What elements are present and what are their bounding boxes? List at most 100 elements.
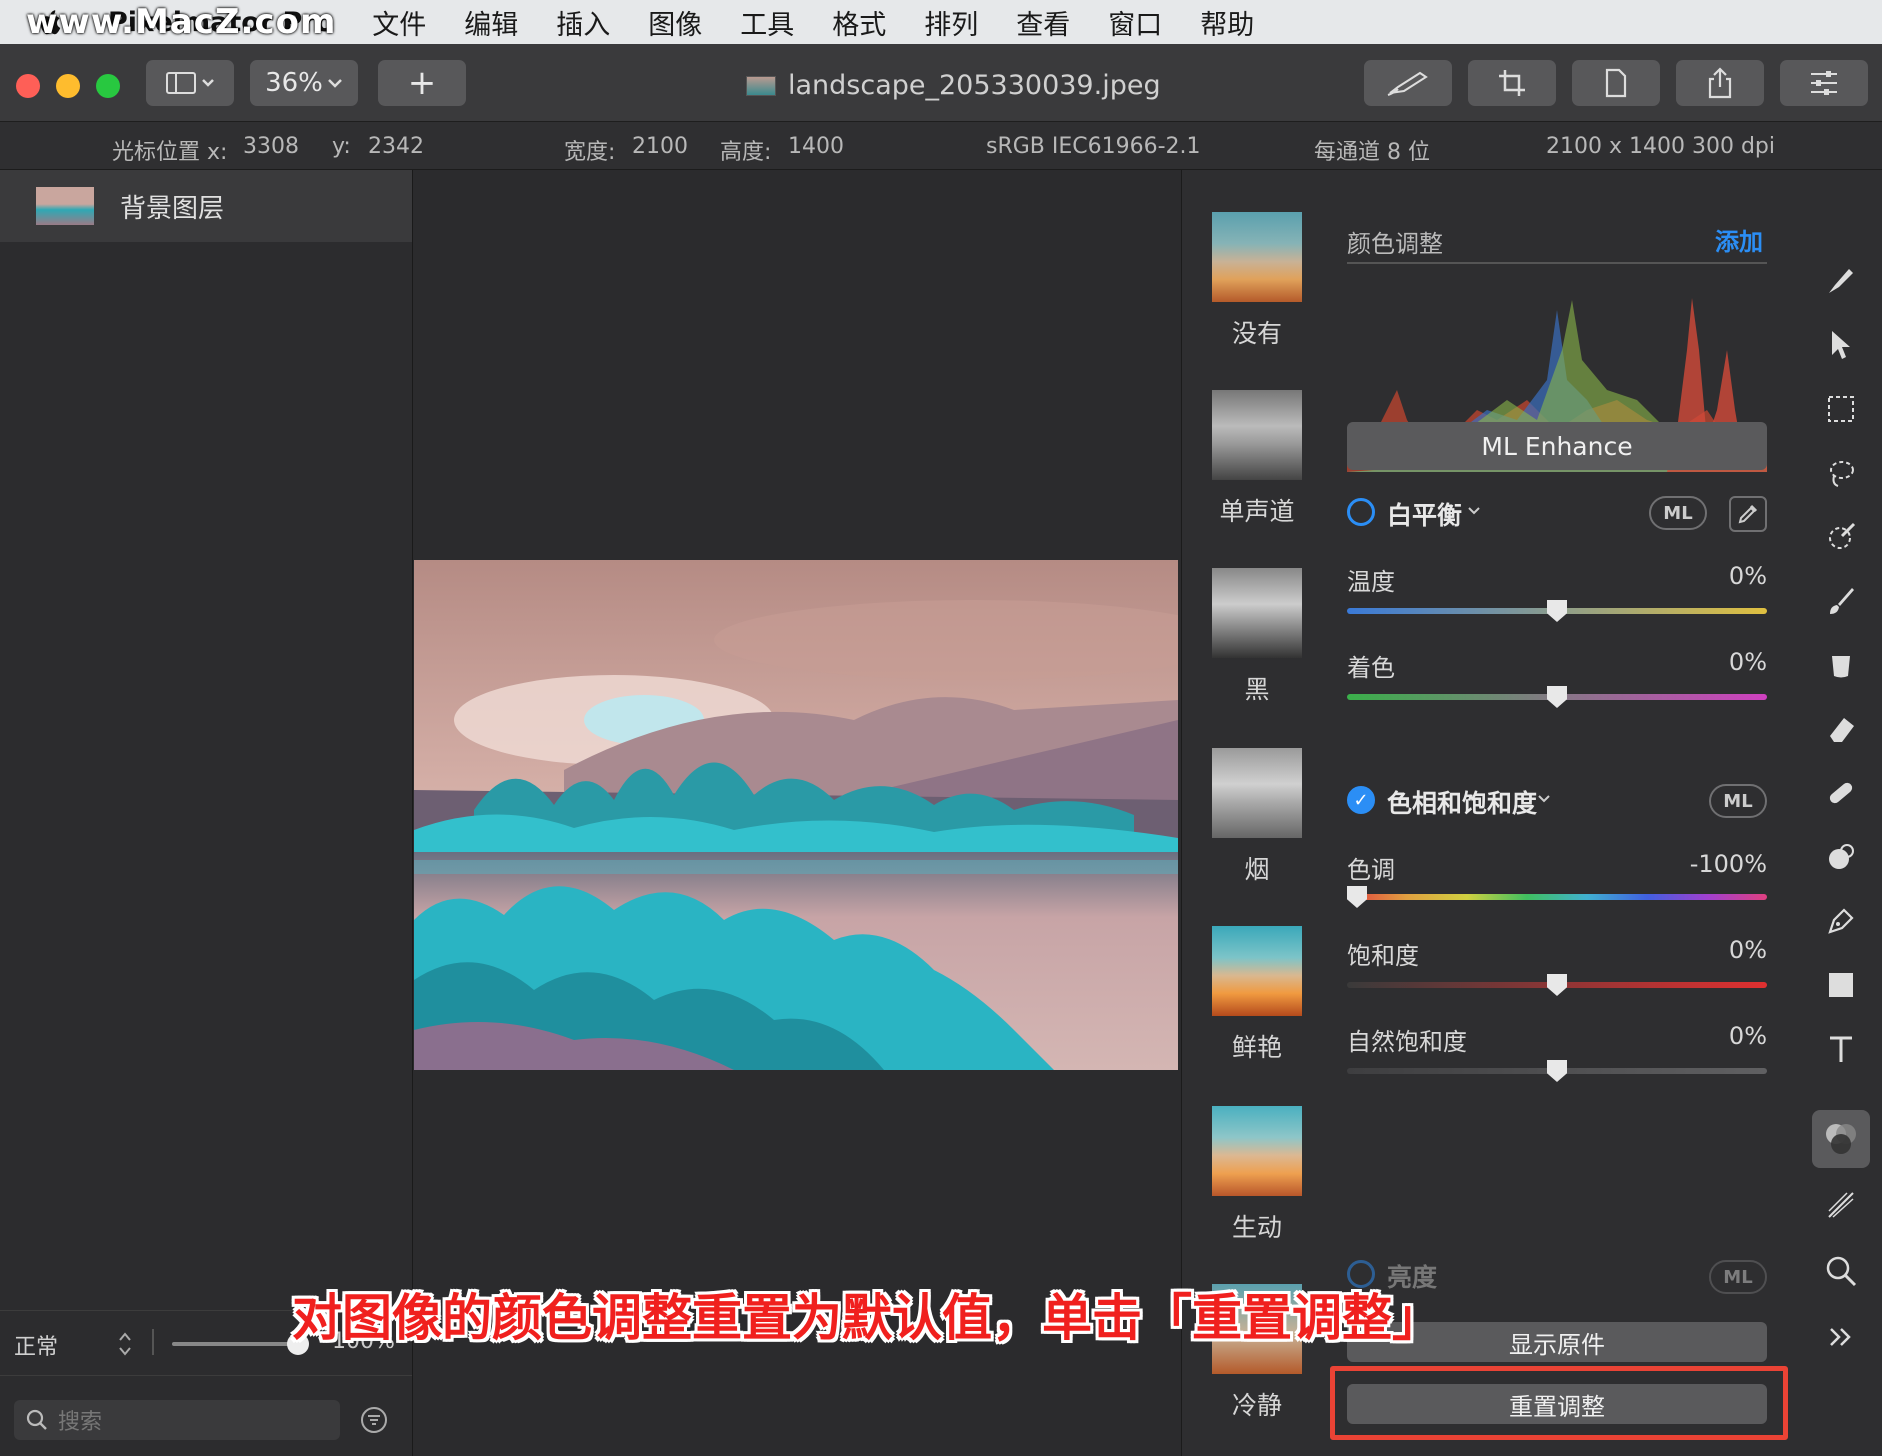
hue-slider-track[interactable]: [1347, 894, 1767, 900]
layer-name: 背景图层: [120, 193, 225, 224]
preset-mono[interactable]: 单声道: [1212, 390, 1302, 528]
hue-value: -100%: [1689, 850, 1767, 878]
width-value: 2100: [632, 134, 688, 159]
image-canvas[interactable]: [414, 170, 1180, 1456]
menu-arrange[interactable]: 排列: [924, 3, 978, 42]
preset-label: 鲜艳: [1231, 1033, 1282, 1062]
tint-slider-knob[interactable]: [1547, 686, 1567, 708]
tool-options-button[interactable]: [1780, 60, 1868, 106]
text-icon[interactable]: [1824, 1032, 1858, 1066]
hue-saturation-ml-button[interactable]: ML: [1709, 784, 1767, 818]
close-window-button[interactable]: [16, 74, 40, 98]
shape-icon[interactable]: [1824, 968, 1858, 1002]
menu-insert[interactable]: 插入: [556, 3, 610, 42]
preset-vivid[interactable]: 鲜艳: [1212, 926, 1302, 1064]
layer-row[interactable]: 背景图层: [0, 170, 412, 242]
preset-label: 单声道: [1219, 497, 1295, 526]
reset-button-highlight: [1330, 1366, 1788, 1440]
menu-window[interactable]: 窗口: [1108, 3, 1162, 42]
menu-edit[interactable]: 编辑: [464, 3, 518, 42]
format-button[interactable]: [1572, 60, 1660, 106]
bandage-icon[interactable]: [1824, 776, 1858, 810]
white-balance-toggle[interactable]: [1347, 498, 1375, 526]
brightness-ml-button[interactable]: ML: [1709, 1260, 1767, 1294]
menu-view[interactable]: 查看: [1016, 3, 1070, 42]
bucket-icon[interactable]: [1824, 648, 1858, 682]
effects-icon[interactable]: [1824, 1188, 1858, 1222]
sidebar-toggle-button[interactable]: [146, 60, 234, 106]
preset-thumbnail: [1212, 390, 1302, 480]
lasso-icon[interactable]: [1824, 456, 1858, 490]
preset-label: 冷静: [1231, 1391, 1282, 1420]
add-button[interactable]: +: [378, 60, 466, 106]
menu-tools[interactable]: 工具: [740, 3, 794, 42]
preset-label: 黑: [1244, 675, 1270, 704]
preset-thumbnail: [1212, 1106, 1302, 1196]
saturation-value: 0%: [1728, 936, 1767, 964]
color-adjustments-panel: 颜色调整 添加 ML Enhance 白平衡 ML 温度 0% 着色 0% ✓ …: [1331, 170, 1801, 1456]
chevron-down-icon: [328, 79, 342, 88]
arrow-select-icon[interactable]: [1824, 328, 1858, 362]
opacity-slider-track[interactable]: [172, 1342, 298, 1346]
paint-style-button[interactable]: [1364, 60, 1452, 106]
brush-icon[interactable]: [1824, 584, 1858, 618]
zoom-level-dropdown[interactable]: 36%: [250, 60, 358, 106]
preset-smoke[interactable]: 烟: [1212, 748, 1302, 886]
filter-icon[interactable]: [360, 1406, 388, 1434]
paint-style-icon[interactable]: [1824, 264, 1858, 298]
preset-thumbnail: [1212, 568, 1302, 658]
image-info-bar: 光标位置 x: 3308 y: 2342 宽度: 2100 高度: 1400 s…: [0, 122, 1882, 170]
eraser-icon[interactable]: [1824, 712, 1858, 746]
zoom-level-value: 36%: [265, 68, 323, 98]
layers-search-field[interactable]: 搜索: [14, 1400, 340, 1440]
vibrance-value: 0%: [1728, 1022, 1767, 1050]
up-down-chevron-icon[interactable]: [118, 1331, 132, 1357]
zoom-icon[interactable]: [1824, 1254, 1858, 1288]
blend-mode-select[interactable]: 正常: [14, 1329, 58, 1361]
menu-help[interactable]: 帮助: [1200, 3, 1254, 42]
presets-column: 没有 单声道 黑 烟 鲜艳 生动 冷静: [1181, 170, 1331, 1456]
hue-saturation-toggle[interactable]: ✓: [1347, 786, 1375, 814]
window-toolbar: 36% + landscape_205330039.jpeg: [0, 44, 1882, 122]
crop-button[interactable]: [1468, 60, 1556, 106]
menu-image[interactable]: 图像: [648, 3, 702, 42]
white-balance-ml-button[interactable]: ML: [1649, 496, 1707, 530]
clone-icon[interactable]: [1824, 840, 1858, 874]
landscape-photo[interactable]: [414, 560, 1178, 1070]
preset-thumbnail: [1212, 748, 1302, 838]
hue-slider-knob[interactable]: [1347, 886, 1367, 908]
minimize-window-button[interactable]: [56, 74, 80, 98]
saturation-label: 饱和度: [1347, 942, 1419, 970]
white-balance-title[interactable]: 白平衡: [1387, 496, 1462, 532]
zoom-window-button[interactable]: [96, 74, 120, 98]
rect-select-icon[interactable]: [1824, 392, 1858, 426]
pen-icon[interactable]: [1824, 904, 1858, 938]
add-adjustment-link[interactable]: 添加: [1715, 222, 1763, 257]
menu-format[interactable]: 格式: [832, 3, 886, 42]
hue-saturation-title[interactable]: 色相和饱和度: [1387, 784, 1537, 820]
preset-lively[interactable]: 生动: [1212, 1106, 1302, 1244]
preset-black[interactable]: 黑: [1212, 568, 1302, 706]
vibrance-slider-knob[interactable]: [1547, 1060, 1567, 1082]
saturation-slider-knob[interactable]: [1547, 974, 1567, 996]
temperature-slider-knob[interactable]: [1547, 600, 1567, 622]
color-adjust-icon: [1826, 1124, 1856, 1154]
more-icon[interactable]: [1824, 1320, 1858, 1354]
document-thumbnail-icon: [746, 75, 776, 96]
share-button[interactable]: [1676, 60, 1764, 106]
ml-enhance-button[interactable]: ML Enhance: [1347, 422, 1767, 470]
menu-file[interactable]: 文件: [372, 3, 426, 42]
eyedropper-button[interactable]: [1729, 496, 1767, 532]
document-title: landscape_205330039.jpeg: [746, 70, 1161, 101]
chevron-down-icon: [1538, 795, 1550, 803]
magic-wand-icon[interactable]: [1824, 520, 1858, 554]
preset-label: 没有: [1231, 319, 1282, 348]
color-adjust-tool-button[interactable]: [1812, 1110, 1870, 1168]
color-profile: sRGB IEC61966-2.1: [986, 134, 1201, 159]
document-title-text: landscape_205330039.jpeg: [788, 70, 1161, 101]
hue-label: 色调: [1347, 856, 1395, 884]
preset-thumbnail: [1212, 212, 1302, 302]
search-icon: [26, 1409, 47, 1430]
tint-label: 着色: [1347, 654, 1395, 682]
preset-none[interactable]: 没有: [1212, 212, 1302, 350]
